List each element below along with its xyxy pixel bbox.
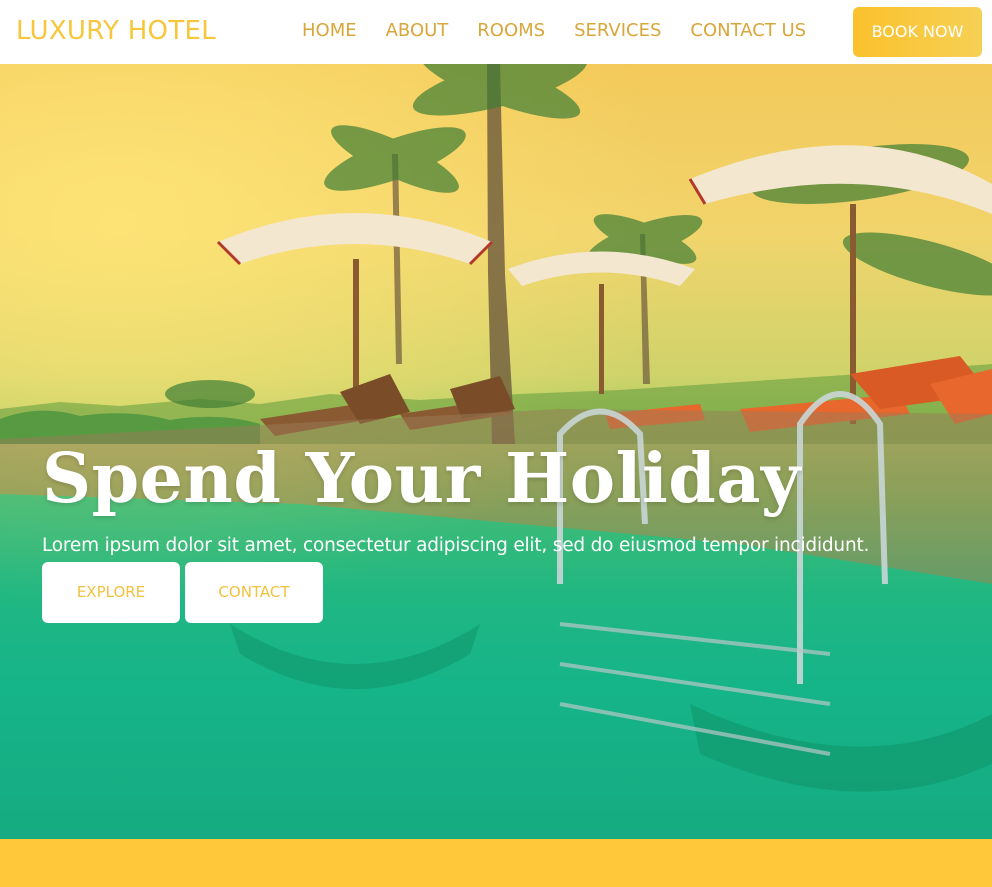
nav-link-home[interactable]: HOME (294, 17, 365, 45)
explore-button[interactable]: EXPLORE (42, 562, 180, 623)
nav-link-about[interactable]: ABOUT (378, 17, 457, 45)
main-nav: HOME ABOUT ROOMS SERVICES CONTACT US (294, 17, 814, 45)
nav-link-rooms[interactable]: ROOMS (469, 17, 553, 45)
nav-link-contact-us[interactable]: CONTACT US (682, 17, 814, 45)
bottom-accent-band (0, 839, 992, 887)
hero-subtitle: Lorem ipsum dolor sit amet, consectetur … (42, 535, 870, 556)
site-header: LUXURY HOTEL HOME ABOUT ROOMS SERVICES C… (0, 0, 992, 64)
site-logo[interactable]: LUXURY HOTEL (16, 14, 216, 48)
hero-section: Spend Your Holiday Lorem ipsum dolor sit… (0, 64, 992, 839)
book-now-button[interactable]: BOOK NOW (853, 7, 982, 57)
contact-button[interactable]: CONTACT (185, 562, 323, 623)
nav-link-services[interactable]: SERVICES (566, 17, 669, 45)
hero-title: Spend Your Holiday (42, 439, 801, 519)
